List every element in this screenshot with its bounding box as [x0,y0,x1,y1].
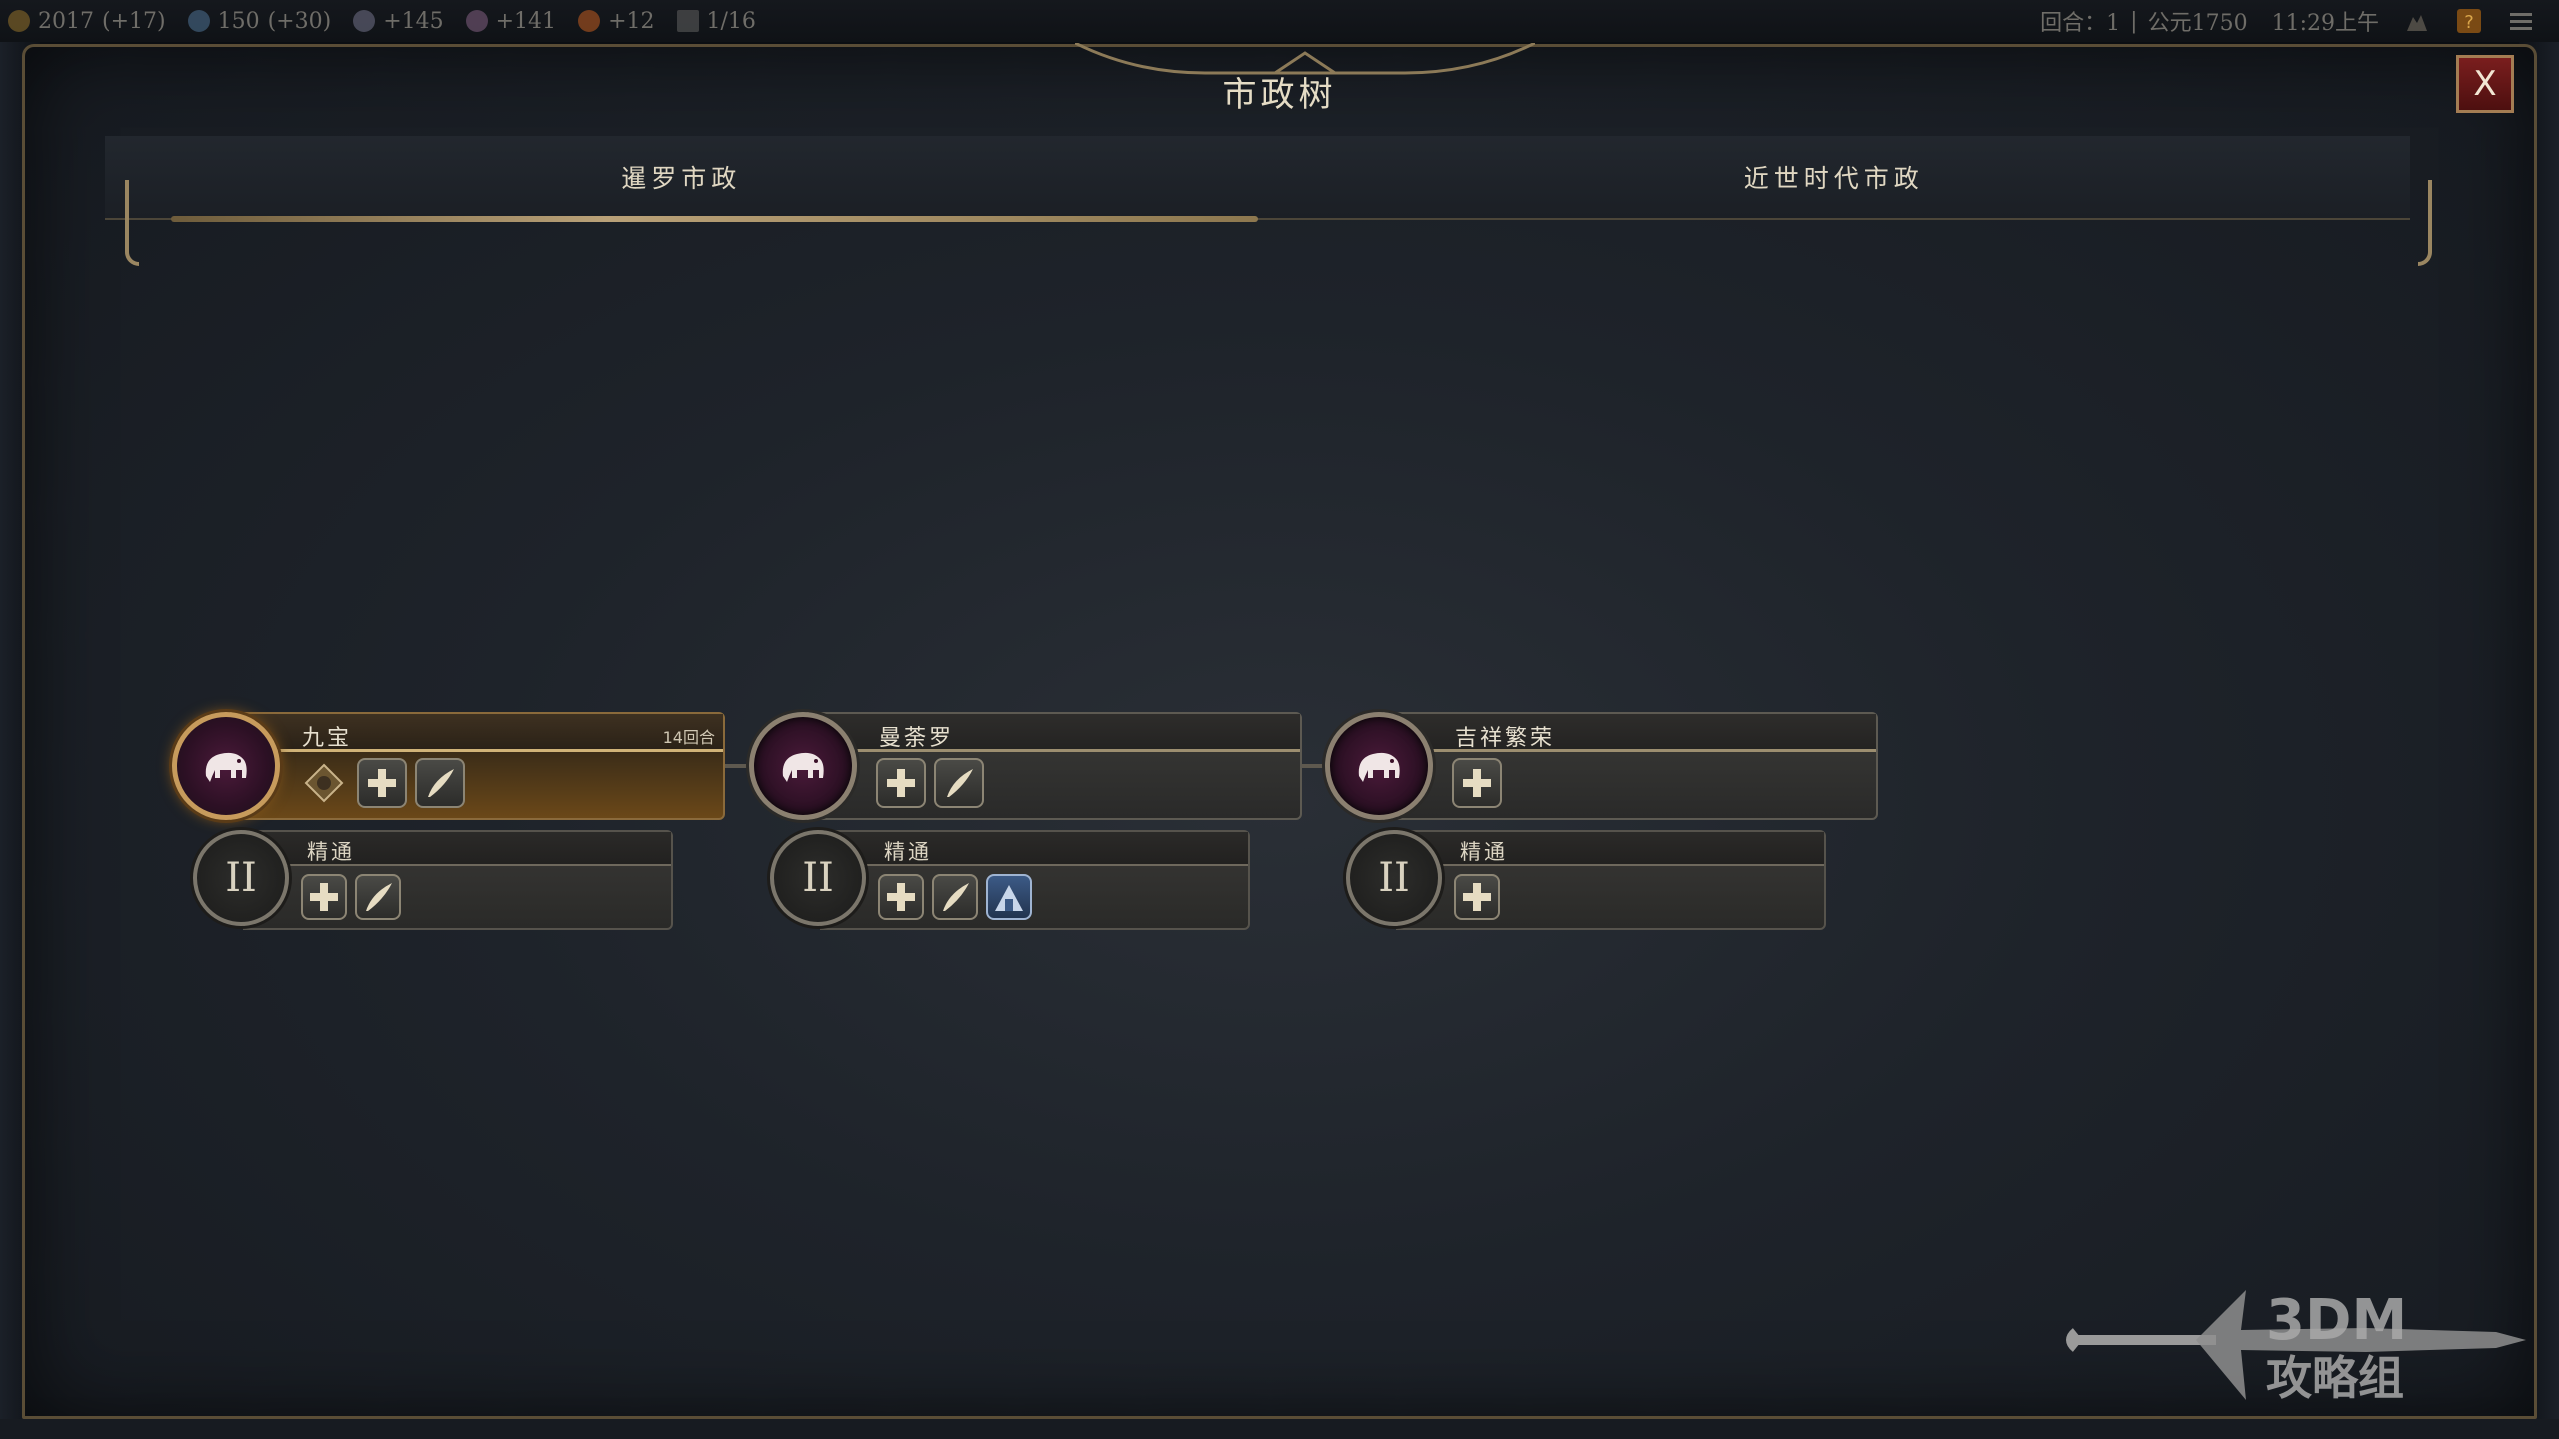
civic-card-auspicious-prosperity[interactable]: 吉祥繁荣 [1325,712,1878,820]
plus-icon[interactable] [357,758,407,808]
civic-card-nine-gems[interactable]: 九宝 14回合 [172,712,725,820]
mastery-numeral: II [1346,830,1442,926]
tab-frame-left [125,180,139,266]
mastery-body: 精通 [820,830,1250,930]
quill-icon[interactable] [932,874,978,920]
svg-text:?: ? [2464,12,2474,33]
gold-value: 2017 [38,8,94,34]
quill-icon[interactable] [355,874,401,920]
mastery-body: 精通 [1396,830,1826,930]
civic-medal [1325,712,1433,820]
civic-body: 吉祥繁荣 [1383,712,1878,820]
civic-name: 九宝 [302,726,353,751]
faith-value: +145 [383,8,444,34]
civic-unlock-icons [876,758,992,808]
quill-icon[interactable] [934,758,984,808]
mastery-card-mandala[interactable]: II 精通 [770,830,1250,930]
city-icon [676,10,699,32]
game-year: 公元1750 [2147,11,2248,36]
clock-time: 11:29上午 [2271,11,2379,36]
plus-icon[interactable] [876,758,926,808]
culture-resource[interactable]: +141 [465,8,557,34]
help-icon[interactable]: ? [2455,7,2483,35]
gold-delta: (+17) [102,8,166,34]
civic-name: 吉祥繁荣 [1455,726,1556,751]
panel-title: 市政树 [1222,75,1337,115]
tab-frame-right [2418,180,2432,266]
mastery-name-strip: 精通 [245,832,671,866]
civic-unlock-icons [1452,758,1510,808]
science-delta: (+30) [267,8,332,34]
mastery-unlock-icons [1454,874,1508,920]
mastery-name-strip: 精通 [1398,832,1824,866]
science-value: 150 [217,8,260,34]
watermark-3dm: 3DM 攻略组 [2066,1270,2526,1410]
civic-turns: 14回合 [662,728,715,747]
culture-value: +141 [495,8,557,34]
mastery-card-nine-gems[interactable]: II 精通 [193,830,673,930]
turn-counter: 回合：1 [2040,11,2121,36]
close-button[interactable]: X [2456,55,2514,113]
elephant-icon [205,752,247,782]
mastery-card-auspicious-prosperity[interactable]: II 精通 [1346,830,1826,930]
civic-name-strip: 吉祥繁荣 [1385,714,1876,752]
plus-icon[interactable] [878,874,924,920]
mastery-body: 精通 [243,830,673,930]
civic-body: 九宝 14回合 [230,712,725,820]
elephant-icon [1358,752,1400,782]
civic-card-mandala[interactable]: 曼荼罗 [749,712,1302,820]
top-resource-bar: 2017 (+17) 150 (+30) +145 +141 +12 1/16 … [0,0,2559,42]
map-edge-bottom [0,1419,2559,1439]
happiness-icon [578,10,601,32]
tab-siam-civics[interactable]: 暹罗市政 [105,136,1258,222]
diamond-wonder-icon[interactable] [299,758,349,808]
plus-icon[interactable] [1452,758,1502,808]
civic-medal [172,712,280,820]
mastery-name: 精通 [1460,840,1508,864]
gold-icon [8,10,30,32]
faith-icon [353,10,376,32]
gold-resource[interactable]: 2017 (+17) [8,9,166,34]
plus-icon[interactable] [301,874,347,920]
mastery-numeral: II [193,830,289,926]
plus-icon[interactable] [1454,874,1500,920]
quill-icon[interactable] [415,758,465,808]
cities-value: 1/16 [706,8,756,34]
civic-medal [749,712,857,820]
menu-icon[interactable] [2507,7,2535,35]
mastery-name: 精通 [307,840,355,864]
happiness-resource[interactable]: +12 [578,8,655,34]
faith-resource[interactable]: +145 [353,8,444,34]
civic-tabs: 暹罗市政 近世时代市政 [105,136,2411,222]
science-icon [187,10,210,32]
mastery-name: 精通 [884,840,932,864]
mastery-unlock-icons [301,874,409,920]
civic-body: 曼荼罗 [807,712,1302,820]
civic-name-strip: 九宝 14回合 [232,714,723,752]
building-icon[interactable] [986,874,1032,920]
mastery-name-strip: 精通 [822,832,1248,866]
elephant-icon [782,752,824,782]
culture-icon [465,10,488,32]
civic-name-strip: 曼荼罗 [809,714,1300,752]
science-resource[interactable]: 150 (+30) [187,8,332,34]
happiness-value: +12 [608,8,655,34]
mastery-unlock-icons [878,874,1040,920]
cities-resource[interactable]: 1/16 [676,8,756,34]
civic-unlock-icons [299,758,473,808]
civic-name: 曼荼罗 [879,726,955,751]
tab-early-modern-civics[interactable]: 近世时代市政 [1258,136,2411,218]
watermark-team: 攻略组 [2266,1351,2404,1405]
mastery-numeral: II [770,830,866,926]
turn-year-separator: | [2130,8,2138,34]
leader-icon[interactable] [2403,7,2431,35]
